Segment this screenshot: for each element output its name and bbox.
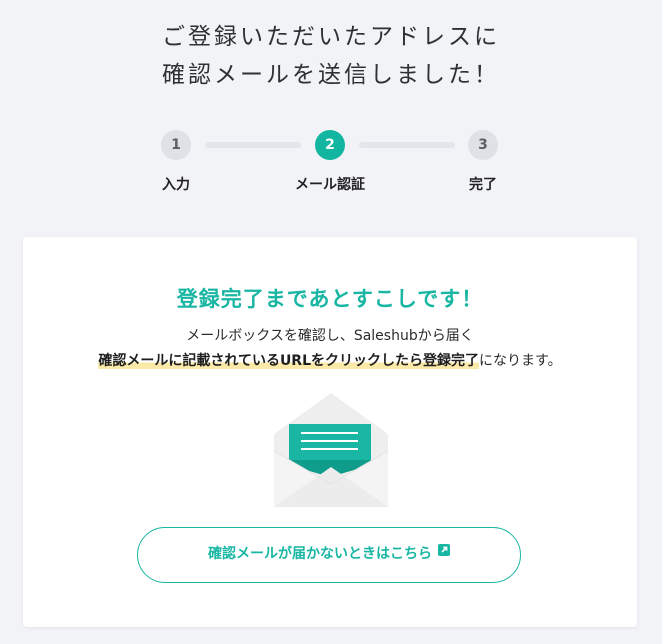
step-3-label: 完了 xyxy=(469,177,497,193)
headline-line-2: 確認メールを送信しました！ xyxy=(162,62,500,88)
page: ご登録いただいたアドレスに 確認メールを送信しました！ 1 2 3 入力 メール… xyxy=(0,0,662,644)
step-2-circle: 2 xyxy=(315,130,345,160)
step-3-circle: 3 xyxy=(468,130,498,160)
open-envelope-icon xyxy=(272,391,390,509)
headline-line-1: ご登録いただいたアドレスに xyxy=(162,24,500,50)
card-description-line-2: 確認メールに記載されているURLをクリックしたら登録完了になります。 xyxy=(23,350,637,370)
step-connector-2 xyxy=(359,142,455,148)
page-headline: ご登録いただいたアドレスに 確認メールを送信しました！ xyxy=(0,18,662,94)
step-1-label: 入力 xyxy=(162,177,190,193)
resend-help-label: 確認メールが届かないときはこちら xyxy=(208,546,432,562)
instruction-suffix: になります。 xyxy=(479,353,562,369)
card-title: 登録完了まであとすこしです！ xyxy=(176,287,484,311)
progress-stepper: 1 2 3 入力 メール認証 完了 xyxy=(0,128,662,198)
highlighted-instruction: 確認メールに記載されているURLをクリックしたら登録完了 xyxy=(98,353,480,369)
step-connector-1 xyxy=(205,142,301,148)
step-2-label: メール認証 xyxy=(295,177,365,193)
resend-help-button[interactable]: 確認メールが届かないときはこちら xyxy=(137,527,521,583)
confirmation-card: 登録完了まであとすこしです！ メールボックスを確認し、Saleshubから届く … xyxy=(23,237,637,627)
step-1-circle: 1 xyxy=(161,130,191,160)
external-link-icon xyxy=(438,526,450,579)
card-description-line-1: メールボックスを確認し、Saleshubから届く xyxy=(186,328,474,344)
